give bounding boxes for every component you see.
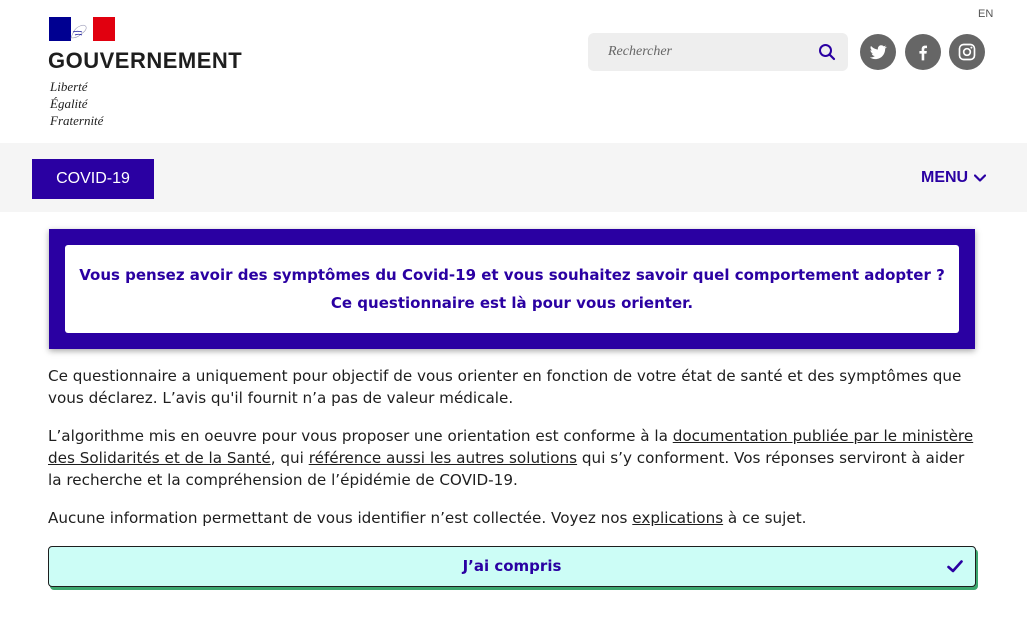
algorithm-text-a: L’algorithme mis en oeuvre pour vous pro… xyxy=(48,427,673,445)
motto: Liberté Égalité Fraternité xyxy=(50,78,103,129)
understood-label: J’ai compris xyxy=(462,557,562,575)
banner-question: Vous pensez avoir des symptômes du Covid… xyxy=(79,266,945,284)
navigation-bar: COVID-19 MENU xyxy=(0,143,1027,212)
algorithm-text-b: , qui xyxy=(270,449,309,467)
marianne-flag-icon xyxy=(49,17,115,41)
privacy-paragraph: Aucune information permettant de vous id… xyxy=(48,507,978,529)
banner-subtitle: Ce questionnaire est là pour vous orient… xyxy=(330,294,694,312)
motto-fraternite: Fraternité xyxy=(50,113,104,128)
brand-title: GOUVERNEMENT xyxy=(48,48,243,73)
info-banner-content: Vous pensez avoir des symptômes du Covid… xyxy=(65,245,959,333)
search-box xyxy=(588,33,848,71)
purpose-paragraph: Ce questionnaire a uniquement pour objec… xyxy=(48,367,962,407)
motto-egalite: Égalité xyxy=(50,96,88,111)
instagram-button[interactable] xyxy=(949,34,985,70)
other-solutions-link[interactable]: référence aussi les autres solutions xyxy=(309,449,577,467)
privacy-text-b: à ce sujet. xyxy=(723,509,807,527)
twitter-button[interactable] xyxy=(860,34,896,70)
algorithm-paragraph: L’algorithme mis en oeuvre pour vous pro… xyxy=(48,425,978,491)
understood-button[interactable]: J’ai compris xyxy=(48,546,976,587)
covid-19-button[interactable]: COVID-19 xyxy=(32,159,154,199)
motto-liberte: Liberté xyxy=(50,79,88,94)
search-input[interactable] xyxy=(588,33,808,71)
facebook-icon xyxy=(919,45,927,61)
explanations-link[interactable]: explications xyxy=(632,509,723,527)
facebook-button[interactable] xyxy=(905,34,941,70)
twitter-icon xyxy=(869,45,887,60)
info-banner: Vous pensez avoir des symptômes du Covid… xyxy=(49,229,975,349)
search-icon[interactable] xyxy=(818,43,836,61)
instagram-icon xyxy=(958,43,976,61)
menu-label: MENU xyxy=(921,169,969,186)
chevron-down-icon xyxy=(974,174,987,182)
language-switch[interactable]: EN xyxy=(978,8,993,20)
menu-button[interactable]: MENU xyxy=(921,169,987,187)
site-header: GOUVERNEMENT Liberté Égalité Fraternité … xyxy=(0,0,1027,143)
check-icon xyxy=(947,560,963,573)
privacy-text-a: Aucune information permettant de vous id… xyxy=(48,509,633,527)
